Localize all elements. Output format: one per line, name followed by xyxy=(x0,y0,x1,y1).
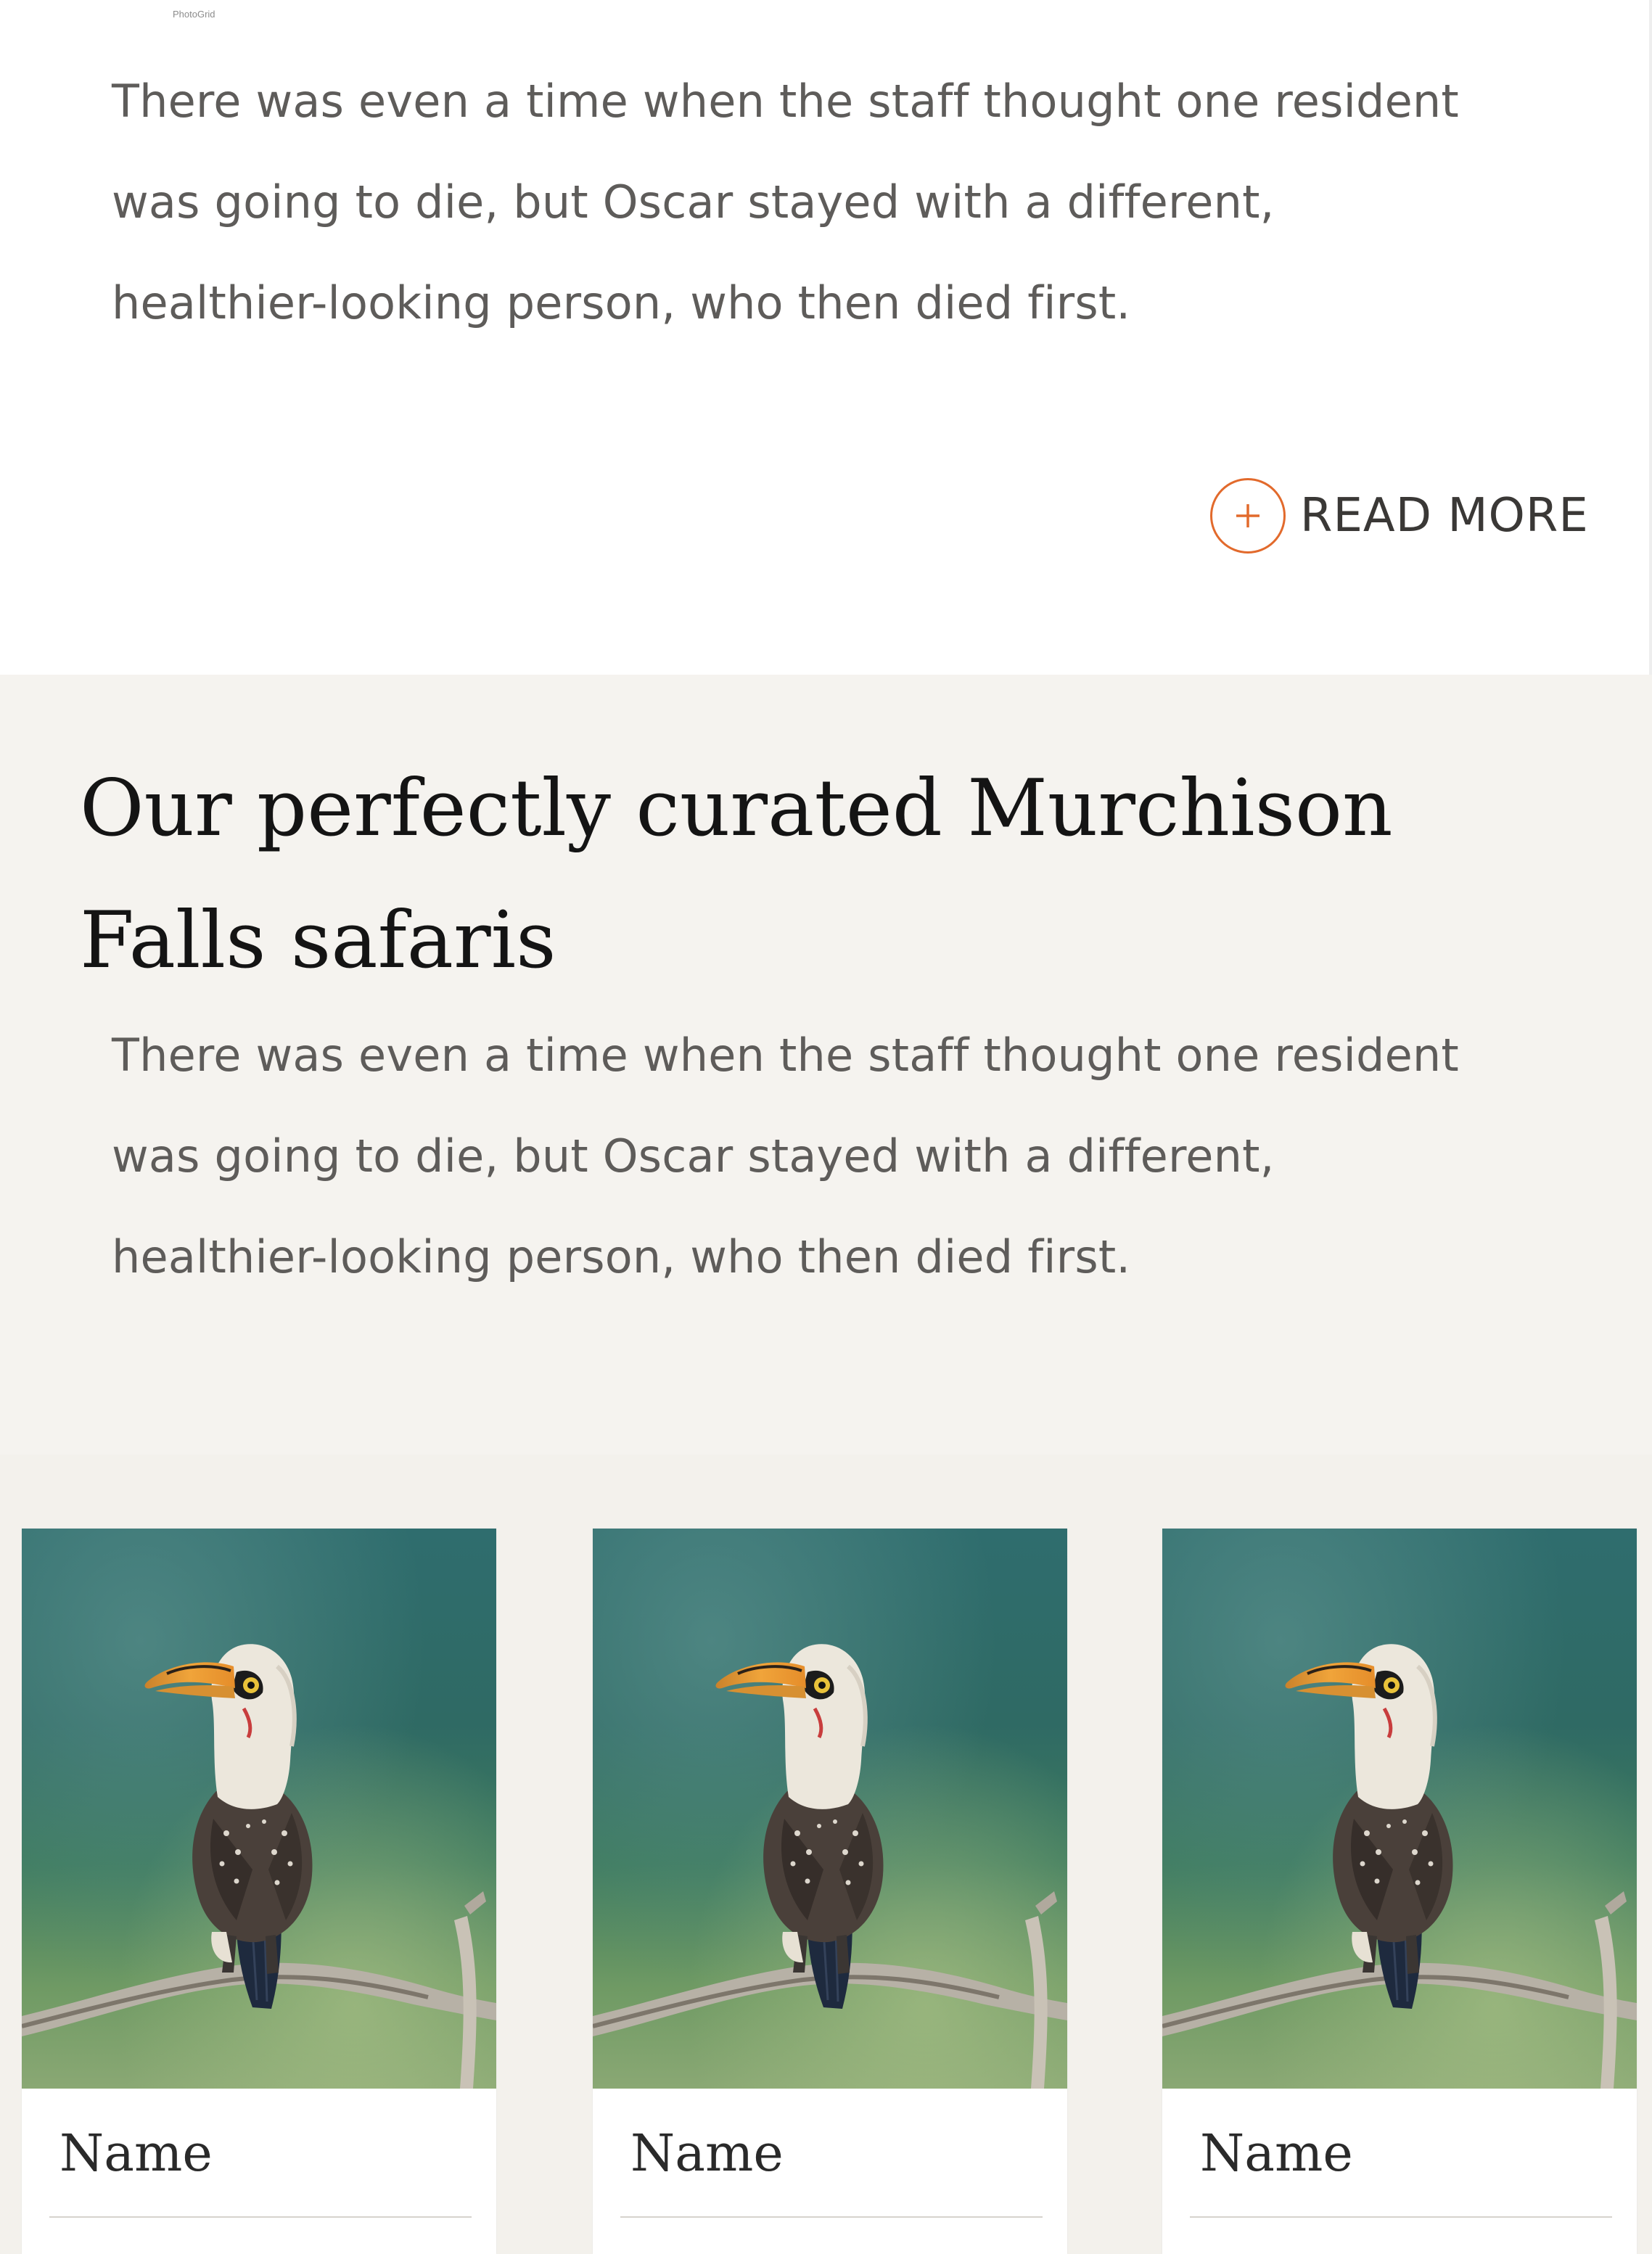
card-name: Name xyxy=(1200,2123,1353,2183)
card-name: Name xyxy=(630,2123,784,2183)
photogrid-watermark: PhotoGrid xyxy=(173,9,215,20)
safari-card[interactable]: Name xyxy=(1162,1529,1637,2254)
read-more-button[interactable]: READ MORE xyxy=(1210,474,1589,557)
safari-line: There was even a time when the staff tho… xyxy=(112,1029,1459,1082)
section-title: Our perfectly curated Murchison Falls sa… xyxy=(80,743,1458,1007)
intro-line: There was even a time when the staff tho… xyxy=(112,75,1459,128)
intro-section: PhotoGrid There was even a time when the… xyxy=(0,0,1652,675)
card-name: Name xyxy=(59,2123,213,2183)
safari-section: Our perfectly curated Murchison Falls sa… xyxy=(0,675,1652,1455)
card-divider xyxy=(620,2216,1043,2218)
page-edge-divider xyxy=(1649,0,1652,675)
safari-card[interactable]: Name xyxy=(593,1529,1067,2254)
safari-line: healthier-looking person, who then died … xyxy=(112,1230,1131,1283)
plus-circle-icon xyxy=(1210,478,1286,554)
safari-card[interactable]: Name xyxy=(22,1529,496,2254)
intro-line: was going to die, but Oscar stayed with … xyxy=(112,176,1275,229)
intro-line: healthier-looking person, who then died … xyxy=(112,276,1131,329)
hornbill-photo xyxy=(1162,1529,1637,2089)
safari-cards: Name Name Name xyxy=(0,1455,1652,2254)
safari-line: was going to die, but Oscar stayed with … xyxy=(112,1130,1275,1182)
hornbill-photo xyxy=(593,1529,1067,2089)
section-title-line: Falls safaris xyxy=(80,895,556,986)
read-more-label: READ MORE xyxy=(1300,489,1589,543)
safari-paragraph: There was even a time when the staff tho… xyxy=(112,1005,1563,1307)
section-title-line: Our perfectly curated Murchison xyxy=(80,763,1393,854)
card-divider xyxy=(49,2216,472,2218)
intro-paragraph: There was even a time when the staff tho… xyxy=(112,51,1563,353)
hornbill-photo xyxy=(22,1529,496,2089)
card-divider xyxy=(1190,2216,1612,2218)
